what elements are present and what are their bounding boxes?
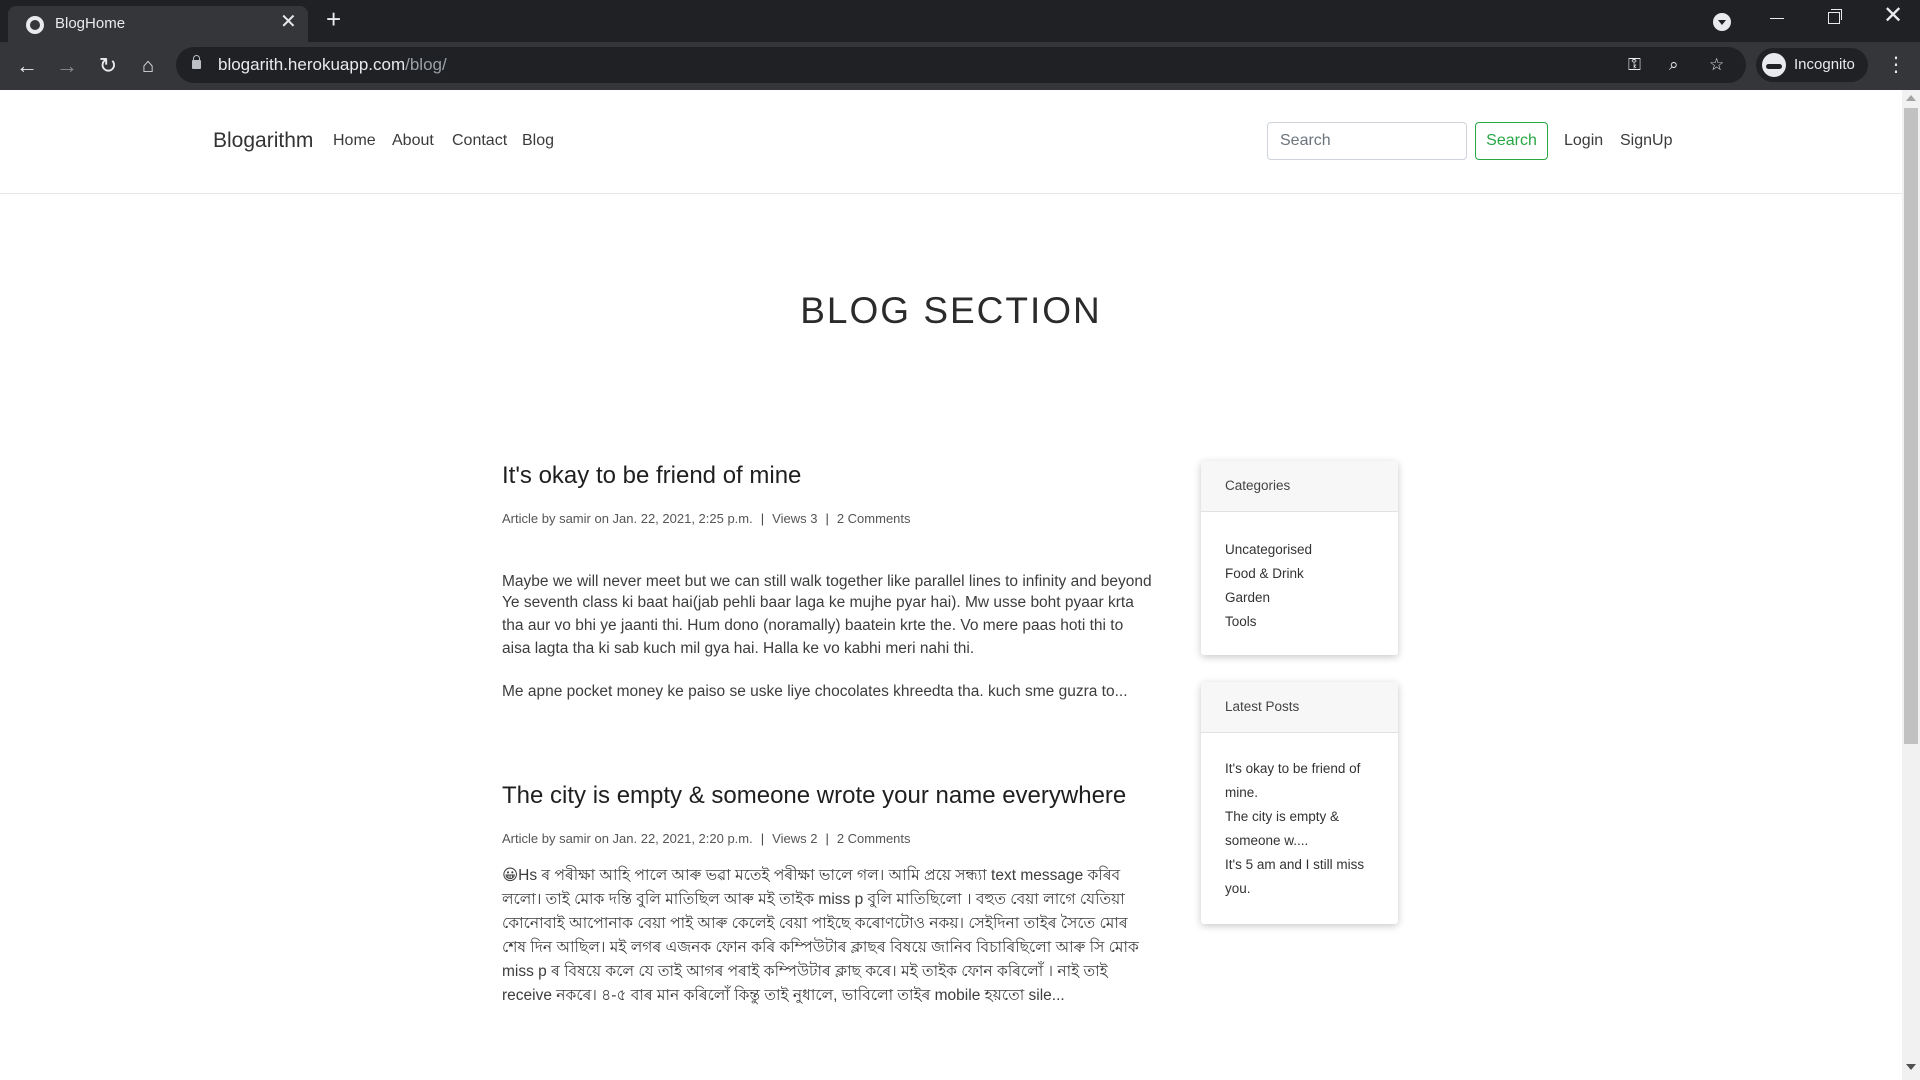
- profile-label: Incognito: [1794, 56, 1855, 73]
- back-icon[interactable]: ←: [12, 51, 42, 81]
- key-icon[interactable]: ⚿: [1628, 55, 1641, 75]
- star-icon[interactable]: ☆: [1709, 55, 1724, 75]
- tab-title: BlogHome: [55, 15, 126, 32]
- search-input[interactable]: [1267, 122, 1467, 160]
- search-button[interactable]: Search: [1475, 122, 1548, 160]
- zoom-icon[interactable]: ⌕: [1669, 55, 1679, 75]
- category-link[interactable]: Tools: [1225, 610, 1374, 634]
- post-item: It's okay to be friend of mine Article b…: [502, 462, 1152, 703]
- menu-icon[interactable]: ⋮: [1886, 52, 1906, 77]
- url-text: blogarith.herokuapp.com/blog/: [218, 55, 447, 74]
- nav-contact[interactable]: Contact: [452, 132, 507, 150]
- nav-home[interactable]: Home: [333, 132, 376, 150]
- latest-post-link[interactable]: It's okay to be friend of mine.: [1225, 757, 1374, 805]
- login-link[interactable]: Login: [1564, 132, 1603, 150]
- latest-post-link[interactable]: It's 5 am and I still miss you.: [1225, 853, 1374, 901]
- scroll-up-icon[interactable]: [1906, 95, 1916, 101]
- lock-icon[interactable]: [192, 55, 201, 69]
- post-views: Views 2: [772, 831, 818, 846]
- nav-blog[interactable]: Blog: [522, 132, 554, 150]
- forward-icon[interactable]: →: [52, 51, 82, 81]
- post-byline: Article by samir on Jan. 22, 2021, 2:20 …: [502, 831, 753, 846]
- post-byline: Article by samir on Jan. 22, 2021, 2:25 …: [502, 511, 753, 526]
- tab-close-icon[interactable]: ✕: [280, 12, 297, 32]
- page-title: BLOG SECTION: [800, 290, 1102, 331]
- post-meta: Article by samir on Jan. 22, 2021, 2:20 …: [502, 831, 911, 846]
- category-link[interactable]: Food & Drink: [1225, 562, 1374, 586]
- post-title[interactable]: It's okay to be friend of mine: [502, 462, 1152, 490]
- reload-icon[interactable]: ↻: [93, 51, 123, 81]
- post-paragraph: 😀Hs ৰ পৰীক্ষা আহি পালে আৰু ভৱা মতেই পৰীক…: [502, 867, 1139, 1004]
- categories-card: Categories Uncategorised Food & Drink Ga…: [1201, 461, 1398, 655]
- nav-about[interactable]: About: [392, 132, 434, 150]
- brand-logo[interactable]: Blogarithm: [213, 129, 313, 153]
- browser-toolbar: ← → ↻ ⌂ blogarith.herokuapp.com/blog/ ⚿ …: [0, 42, 1920, 90]
- post-views: Views 3: [772, 511, 818, 526]
- incognito-icon: [1762, 53, 1786, 77]
- incognito-profile-button[interactable]: Incognito: [1756, 48, 1868, 82]
- browser-tab-bar: BlogHome ✕ + ✕: [0, 0, 1920, 42]
- post-comments-link[interactable]: 2 Comments: [837, 511, 911, 526]
- new-tab-icon[interactable]: +: [326, 6, 341, 32]
- post-comments-link[interactable]: 2 Comments: [837, 831, 911, 846]
- restore-icon[interactable]: [1828, 9, 1842, 24]
- scroll-down-icon[interactable]: [1906, 1064, 1916, 1070]
- scrollbar-thumb[interactable]: [1904, 108, 1918, 744]
- post-paragraph: Ye seventh class ki baat hai(jab pehli b…: [502, 594, 1134, 657]
- browser-tab[interactable]: BlogHome ✕: [8, 6, 308, 42]
- site-navbar: Blogarithm Home About Contact Blog Searc…: [0, 90, 1902, 194]
- globe-icon: [26, 16, 44, 34]
- latest-post-link[interactable]: The city is empty & someone w....: [1225, 805, 1374, 853]
- post-paragraph: Maybe we will never meet but we can stil…: [502, 573, 1152, 590]
- address-bar[interactable]: blogarith.herokuapp.com/blog/ ⚿ ⌕ ☆: [176, 47, 1746, 83]
- tab-search-icon[interactable]: [1713, 13, 1731, 31]
- latest-posts-card: Latest Posts It's okay to be friend of m…: [1201, 682, 1398, 924]
- post-title[interactable]: The city is empty & someone wrote your n…: [502, 782, 1152, 810]
- window-close-icon[interactable]: ✕: [1883, 4, 1903, 28]
- post-meta: Article by samir on Jan. 22, 2021, 2:25 …: [502, 511, 911, 526]
- post-item: The city is empty & someone wrote your n…: [502, 782, 1152, 1008]
- signup-link[interactable]: SignUp: [1620, 132, 1672, 150]
- category-link[interactable]: Uncategorised: [1225, 538, 1374, 562]
- latest-posts-title: Latest Posts: [1201, 682, 1398, 733]
- home-icon[interactable]: ⌂: [133, 51, 163, 81]
- categories-title: Categories: [1201, 461, 1398, 512]
- category-link[interactable]: Garden: [1225, 586, 1374, 610]
- post-paragraph: Me apne pocket money ke paiso se uske li…: [502, 683, 1128, 700]
- minimize-icon[interactable]: [1770, 18, 1784, 19]
